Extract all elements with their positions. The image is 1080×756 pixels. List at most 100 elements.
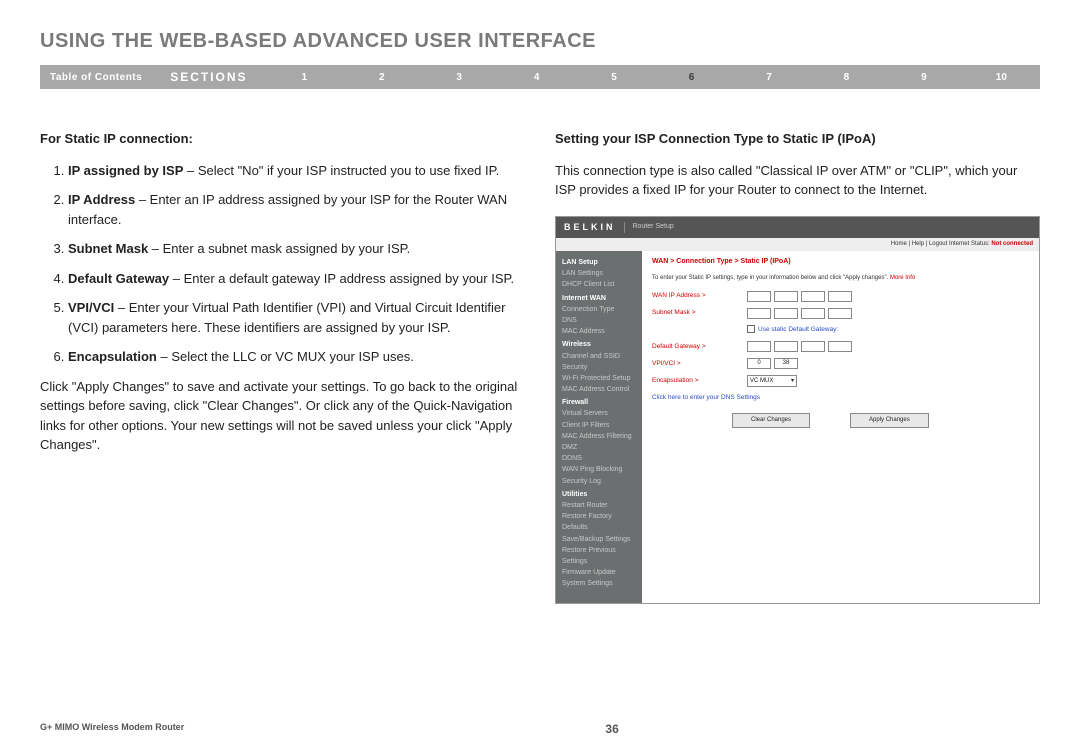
side-lan: LAN Setup [562, 257, 636, 268]
nav-section-1[interactable]: 1 [266, 72, 343, 83]
wanip-input[interactable] [747, 291, 852, 302]
step-6: Encapsulation – Select the LLC or VC MUX… [68, 347, 525, 367]
step-3-text: – Enter a subnet mask assigned by your I… [148, 241, 410, 256]
left-column: For Static IP connection: IP assigned by… [40, 129, 525, 604]
vpi-value[interactable]: 0 [747, 358, 771, 369]
side-security-log[interactable]: Security Log [562, 476, 636, 487]
step-2-label: IP Address [68, 192, 135, 207]
step-4-label: Default Gateway [68, 271, 169, 286]
rs-routersetup: Router Setup [624, 222, 674, 233]
step-1-label: IP assigned by ISP [68, 163, 183, 178]
nav-section-2[interactable]: 2 [343, 72, 420, 83]
vci-value[interactable]: 38 [774, 358, 798, 369]
right-column: Setting your ISP Connection Type to Stat… [555, 129, 1040, 604]
side-mac[interactable]: MAC Address [562, 326, 636, 337]
step-1: IP assigned by ISP – Select "No" if your… [68, 161, 525, 181]
side-wan-ping[interactable]: WAN Ping Blocking [562, 464, 636, 475]
lbl-gateway: Default Gateway > [652, 342, 747, 352]
side-wireless: Wireless [562, 339, 636, 350]
vpivci-input[interactable]: 0 38 [747, 358, 798, 369]
left-paragraph: Click "Apply Changes" to save and activa… [40, 377, 525, 455]
subnet-input[interactable] [747, 308, 852, 319]
step-4: Default Gateway – Enter a default gatewa… [68, 269, 525, 289]
side-connection-type[interactable]: Connection Type [562, 304, 636, 315]
step-5-text: – Enter your Virtual Path Identifier (VP… [68, 300, 505, 335]
lbl-vpivci: VPI/VCI > [652, 359, 747, 369]
nav-section-7[interactable]: 7 [730, 72, 807, 83]
side-restore-defaults[interactable]: Restore Factory Defaults [562, 511, 636, 533]
nav-section-10[interactable]: 10 [963, 72, 1040, 83]
side-mac-control[interactable]: MAC Address Control [562, 384, 636, 395]
side-virtual-servers[interactable]: Virtual Servers [562, 408, 636, 419]
apply-changes-button[interactable]: Apply Changes [850, 413, 929, 428]
step-4-text: – Enter a default gateway IP address ass… [169, 271, 514, 286]
rs-main: WAN > Connection Type > Static IP (IPoA)… [642, 251, 1039, 603]
rs-breadcrumb: WAN > Connection Type > Static IP (IPoA) [652, 257, 1029, 268]
nav-section-5[interactable]: 5 [575, 72, 652, 83]
router-screenshot: BELKIN Router Setup Home | Help | Logout… [555, 216, 1040, 605]
left-heading: For Static IP connection: [40, 129, 525, 149]
side-lan-settings[interactable]: LAN Settings [562, 268, 636, 279]
nav-section-9[interactable]: 9 [885, 72, 962, 83]
step-6-text: – Select the LLC or VC MUX your ISP uses… [157, 349, 414, 364]
use-static-gateway-checkbox[interactable]: Use static Default Gateway: [747, 325, 838, 336]
chevron-down-icon: ▾ [791, 377, 794, 386]
side-wps[interactable]: Wi-Fi Protected Setup [562, 373, 636, 384]
rs-header: BELKIN Router Setup [556, 217, 1039, 239]
encapsulation-select[interactable]: VC MUX ▾ [747, 375, 797, 387]
encaps-value: VC MUX [750, 377, 773, 386]
nav-section-8[interactable]: 8 [808, 72, 885, 83]
side-ddns[interactable]: DDNS [562, 453, 636, 464]
side-dns[interactable]: DNS [562, 315, 636, 326]
rs-brand: BELKIN [564, 221, 616, 235]
side-wan: Internet WAN [562, 293, 636, 304]
rs-instructions: To enter your Static IP settings, type i… [652, 274, 1029, 283]
page-title: USING THE WEB-BASED ADVANCED USER INTERF… [40, 30, 1040, 53]
lbl-subnet: Subnet Mask > [652, 308, 747, 318]
rs-sidebar: LAN Setup LAN Settings DHCP Client List … [556, 251, 642, 603]
side-security[interactable]: Security [562, 362, 636, 373]
rs-status-notconnected: Not connected [991, 241, 1033, 247]
steps-list: IP assigned by ISP – Select "No" if your… [40, 161, 525, 367]
page-footer: G+ MIMO Wireless Modem Router 36 [40, 722, 1040, 736]
step-5-label: VPI/VCI [68, 300, 114, 315]
step-6-label: Encapsulation [68, 349, 157, 364]
step-3: Subnet Mask – Enter a subnet mask assign… [68, 239, 525, 259]
rs-topbar: Home | Help | Logout Internet Status: No… [556, 238, 1039, 251]
lbl-wanip: WAN IP Address > [652, 291, 747, 301]
side-system-settings[interactable]: System Settings [562, 578, 636, 589]
nav-section-6[interactable]: 6 [653, 72, 730, 83]
step-5: VPI/VCI – Enter your Virtual Path Identi… [68, 298, 525, 337]
lbl-encaps: Encapsulation > [652, 376, 747, 386]
dns-settings-link[interactable]: Click here to enter your DNS Settings [652, 393, 1029, 403]
right-heading: Setting your ISP Connection Type to Stat… [555, 129, 1040, 149]
step-3-label: Subnet Mask [68, 241, 148, 256]
side-client-ip-filters[interactable]: Client IP Filters [562, 420, 636, 431]
nav-section-4[interactable]: 4 [498, 72, 575, 83]
rs-more-info[interactable]: More Info [890, 275, 915, 281]
side-dmz[interactable]: DMZ [562, 442, 636, 453]
side-restore-previous[interactable]: Restore Previous Settings [562, 545, 636, 567]
nav-toc[interactable]: Table of Contents [40, 72, 152, 83]
side-channel-ssid[interactable]: Channel and SSID [562, 351, 636, 362]
side-restart[interactable]: Restart Router [562, 500, 636, 511]
side-firmware[interactable]: Firmware Update [562, 567, 636, 578]
nav-sections-label: SECTIONS [152, 70, 265, 84]
gateway-input[interactable] [747, 341, 852, 352]
footer-product: G+ MIMO Wireless Modem Router [40, 722, 184, 736]
nav-section-3[interactable]: 3 [420, 72, 497, 83]
rs-instr-text: To enter your Static IP settings, type i… [652, 275, 888, 281]
side-dhcp-client[interactable]: DHCP Client List [562, 279, 636, 290]
side-save-backup[interactable]: Save/Backup Settings [562, 534, 636, 545]
right-paragraph: This connection type is also called "Cla… [555, 161, 1040, 200]
side-utilities: Utilities [562, 489, 636, 500]
step-1-text: – Select "No" if your ISP instructed you… [183, 163, 499, 178]
footer-page-number: 36 [605, 722, 618, 736]
section-navbar: Table of Contents SECTIONS 1 2 3 4 5 6 7… [40, 65, 1040, 89]
rs-topbar-links[interactable]: Home | Help | Logout Internet Status: [891, 241, 990, 247]
step-2: IP Address – Enter an IP address assigne… [68, 190, 525, 229]
use-static-label: Use static Default Gateway: [758, 326, 838, 333]
side-mac-filtering[interactable]: MAC Address Filtering [562, 431, 636, 442]
clear-changes-button[interactable]: Clear Changes [732, 413, 810, 428]
side-firewall: Firewall [562, 397, 636, 408]
